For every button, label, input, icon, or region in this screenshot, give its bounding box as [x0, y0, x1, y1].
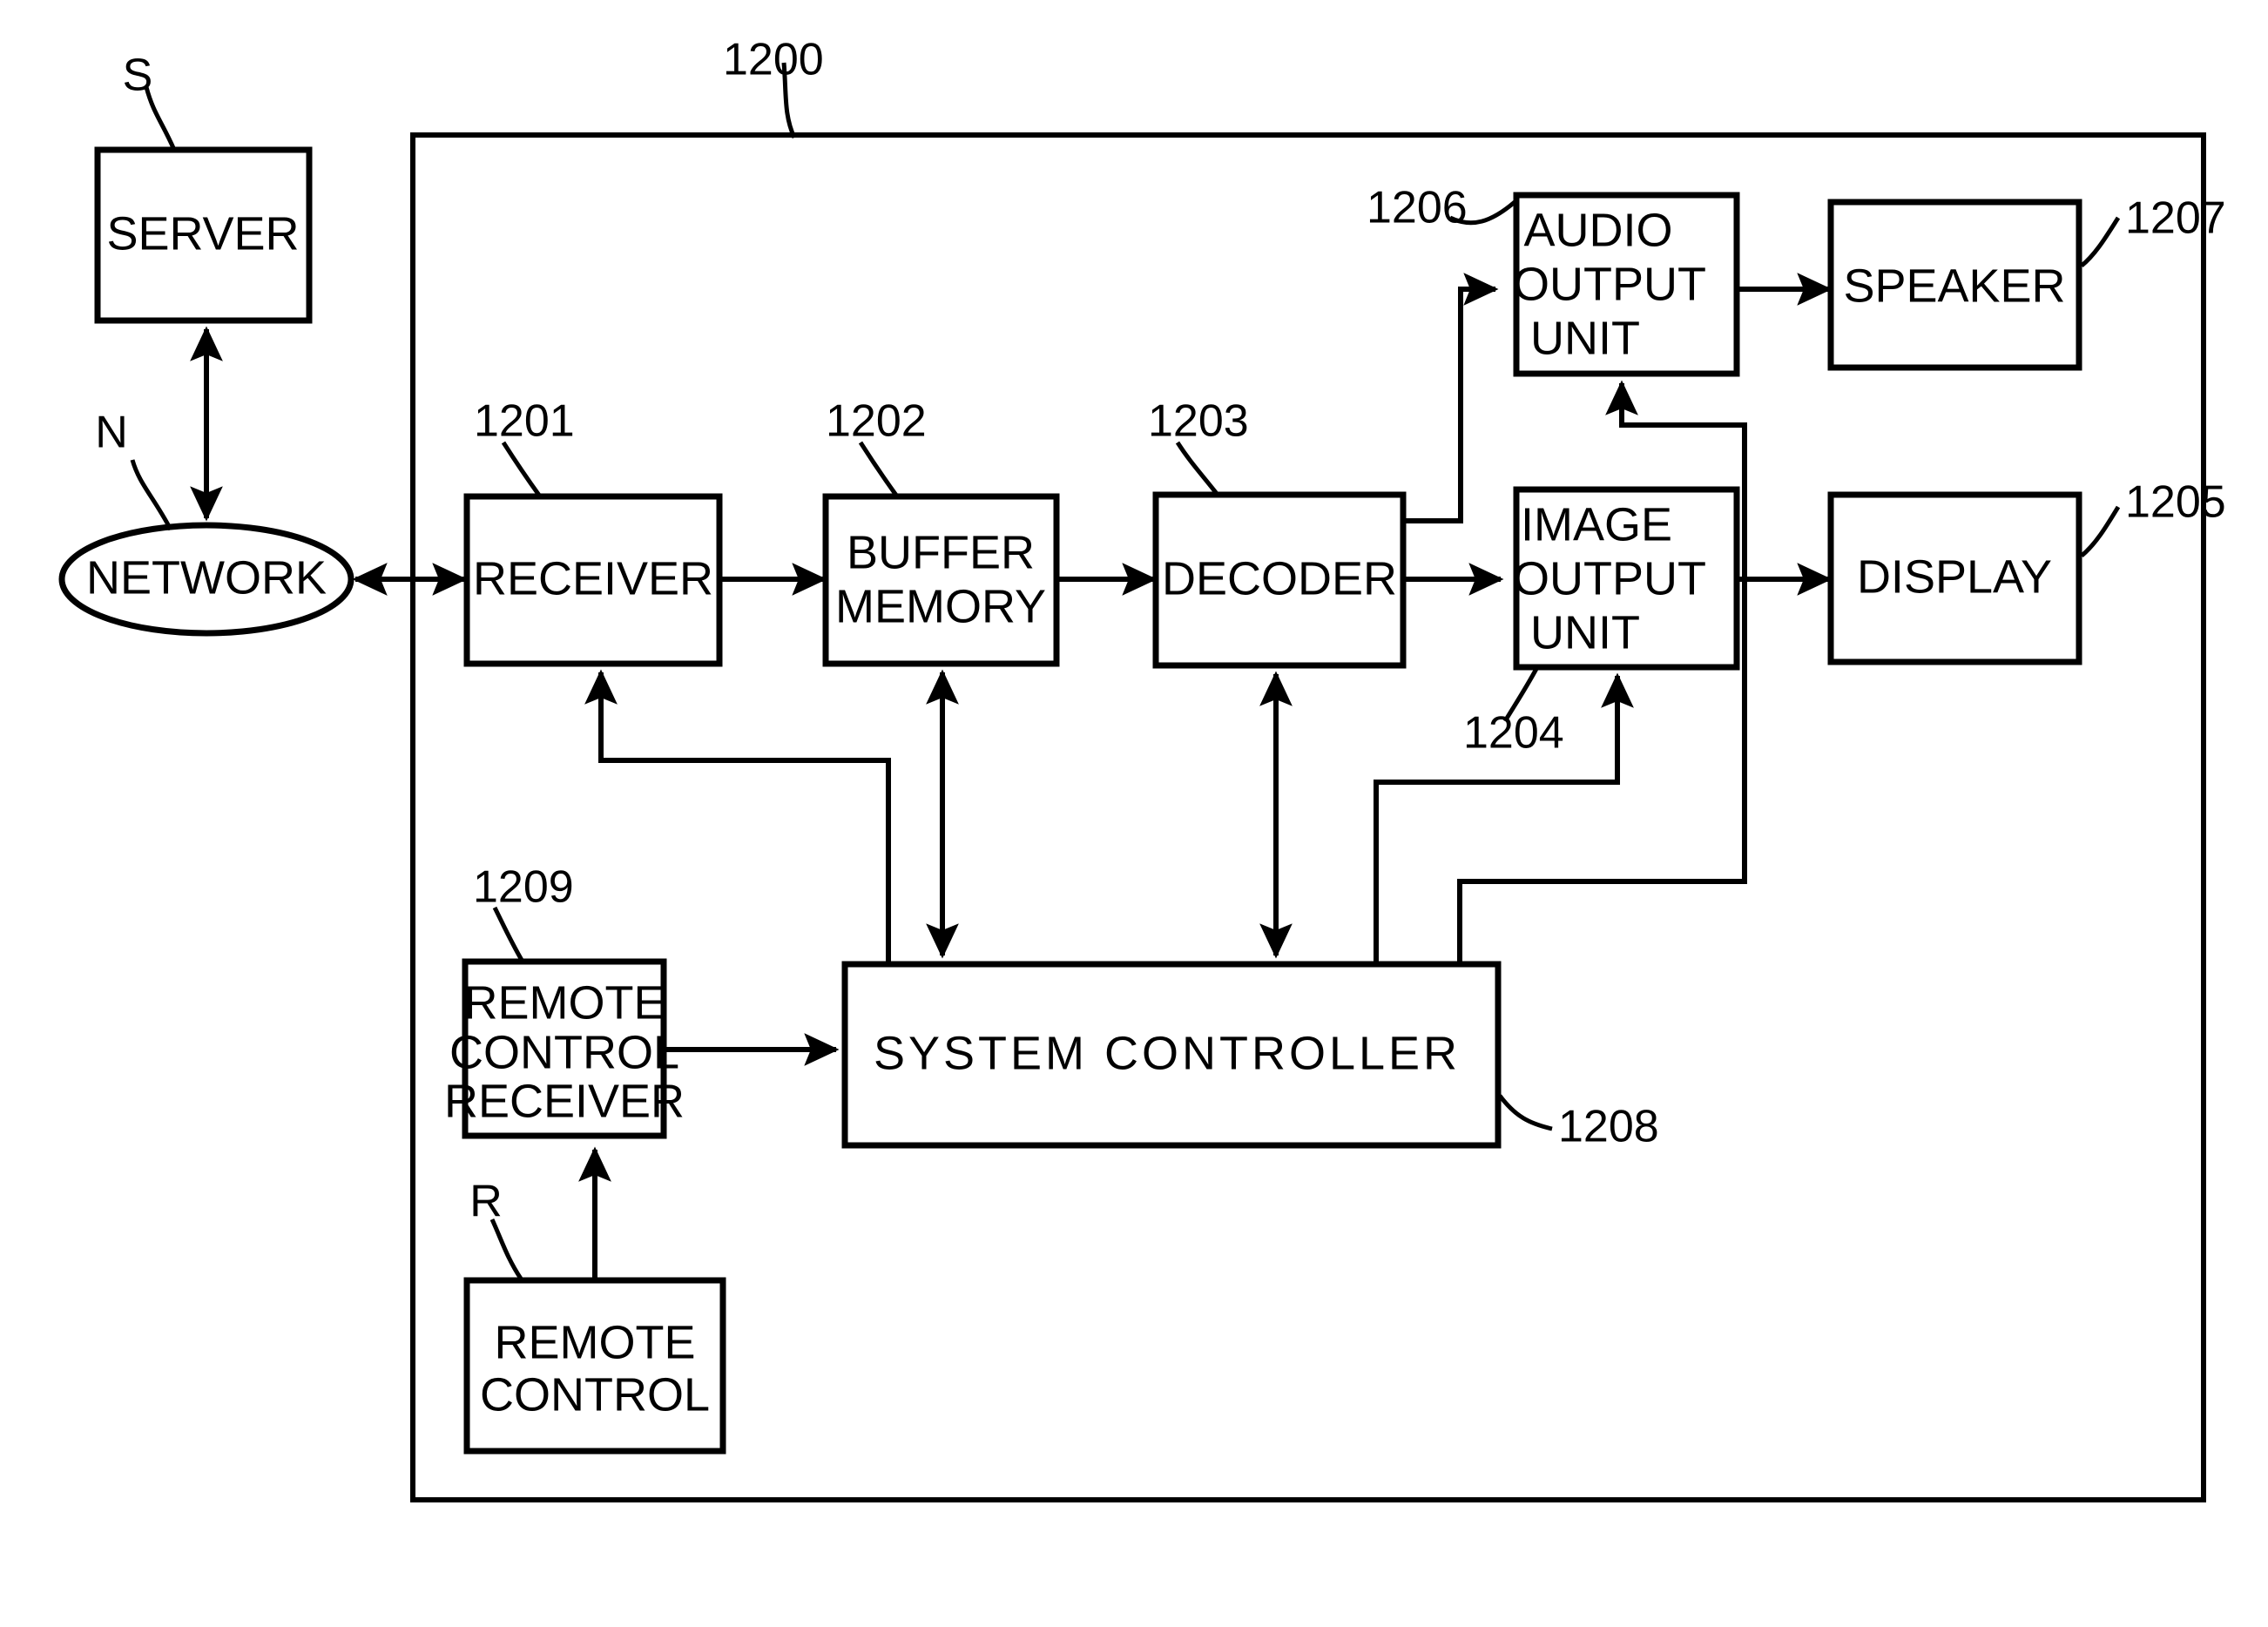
ref-1204: 1204 — [1463, 708, 1564, 759]
ref-1205: 1205 — [2125, 477, 2226, 528]
ref-1200: 1200 — [723, 35, 824, 85]
ref-S: S — [123, 51, 153, 101]
leader-R — [489, 1218, 523, 1280]
remote-control-label-line1: REMOTE — [494, 1316, 695, 1368]
ref-1201: 1201 — [474, 396, 575, 447]
wire-syscontroller-receiver — [584, 669, 891, 964]
system-controller-label: SYSTEM CONTROLLER — [874, 1027, 1461, 1079]
ref-1207: 1207 — [2125, 193, 2226, 244]
buffer-memory-label-line1: BUFFER — [847, 526, 1035, 578]
audio-output-unit-label-line1: AUDIO — [1523, 204, 1672, 256]
ref-1206: 1206 — [1367, 183, 1468, 233]
leader-1207 — [2080, 216, 2121, 267]
leader-1209 — [492, 906, 525, 963]
image-output-unit-label-line1: IMAGE — [1521, 498, 1672, 550]
server-label: SERVER — [106, 207, 299, 260]
leader-1208 — [1498, 1094, 1553, 1131]
ref-N: N — [95, 408, 128, 458]
speaker-label: SPEAKER — [1843, 260, 2065, 312]
remote-control-receiver-label-line3: RECEIVER — [444, 1075, 685, 1127]
ref-1202: 1202 — [826, 396, 927, 447]
leader-1203 — [1175, 441, 1219, 496]
leader-1205 — [2080, 505, 2121, 557]
audio-output-unit-label-line3: UNIT — [1530, 312, 1640, 364]
image-output-unit-label-line2: OUTPUT — [1513, 552, 1706, 604]
decoder-label: DECODER — [1162, 552, 1397, 604]
ref-1203: 1203 — [1148, 396, 1249, 447]
leader-1202 — [858, 441, 900, 498]
wire-syscontroller-audio-output — [1457, 380, 1747, 964]
wire-decoder-audio-output — [1403, 273, 1499, 523]
image-output-unit-label-line3: UNIT — [1530, 606, 1640, 658]
network-label: NETWORK — [86, 551, 327, 604]
ref-1209: 1209 — [473, 862, 574, 913]
remote-control-receiver-label-line1: REMOTE — [463, 976, 665, 1029]
remote-control-receiver-label-line2: CONTROL — [449, 1026, 679, 1078]
remote-control-label-line2: CONTROL — [480, 1368, 710, 1421]
figure-canvas: SERVER NETWORK RECEIVER BUFFER MEMORY DE… — [0, 0, 2268, 1627]
display-label: DISPLAY — [1857, 550, 2052, 603]
ref-1208: 1208 — [1558, 1102, 1659, 1152]
audio-output-unit-label-line2: OUTPUT — [1513, 258, 1706, 310]
block-diagram-svg: SERVER NETWORK RECEIVER BUFFER MEMORY DE… — [58, 35, 2226, 1502]
leader-1201 — [501, 441, 543, 498]
receiver-label: RECEIVER — [473, 552, 713, 604]
leader-N — [130, 459, 173, 531]
ref-R: R — [469, 1177, 503, 1227]
buffer-memory-label-line2: MEMORY — [835, 580, 1046, 632]
